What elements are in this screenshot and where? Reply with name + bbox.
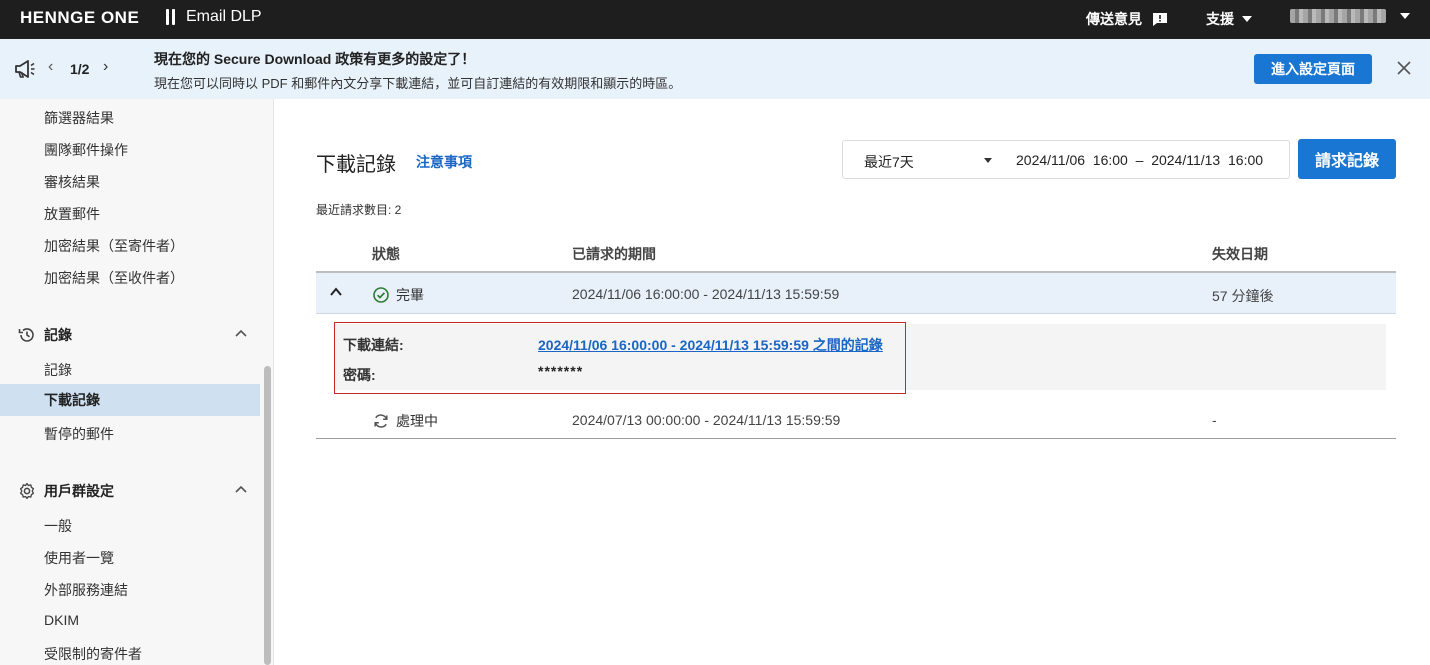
sidebar-item-external-services[interactable]: 外部服務連結 <box>44 580 128 600</box>
refresh-icon <box>374 414 388 428</box>
expiry-cell: 57 分鐘後 <box>1212 288 1274 304</box>
password-value: ******* <box>538 363 584 379</box>
download-link[interactable]: 2024/11/06 16:00:00 - 2024/11/13 15:59:5… <box>538 335 883 355</box>
check-circle-icon <box>373 287 389 303</box>
top-bar: HENNGE ONE Email DLP 傳送意見 支援 <box>0 0 1430 39</box>
user-menu[interactable] <box>1290 9 1410 23</box>
go-to-settings-button[interactable]: 進入設定頁面 <box>1254 54 1372 84</box>
date-range-text[interactable]: 2024/11/06 16:00 – 2024/11/13 16:00 <box>1016 152 1263 168</box>
page-title: 下載記錄 <box>316 154 396 176</box>
notes-link[interactable]: 注意事項 <box>416 152 472 172</box>
sidebar-item-download-logs[interactable]: 下載記錄 <box>0 384 260 416</box>
prev-announcement-button[interactable]: ‹ <box>48 58 53 76</box>
support-menu[interactable]: 支援 <box>1206 9 1252 29</box>
dropdown-caret-icon[interactable] <box>984 158 992 163</box>
sidebar-section-group-settings[interactable]: 用戶群設定 <box>18 481 114 501</box>
sidebar-item-restricted-senders[interactable]: 受限制的寄件者 <box>44 644 142 664</box>
sidebar-section-logs-label: 記錄 <box>44 327 72 343</box>
sidebar: 篩選器結果 團隊郵件操作 審核結果 放置郵件 加密結果（至寄件者） 加密結果（至… <box>0 99 260 665</box>
announcement-pager: 1/2 <box>70 61 90 77</box>
chevron-up-icon[interactable] <box>330 287 342 296</box>
brand-logo[interactable]: HENNGE ONE <box>20 8 139 28</box>
highlight-frame <box>334 322 906 394</box>
history-icon <box>18 328 34 342</box>
sidebar-item-held-mail[interactable]: 放置郵件 <box>44 204 100 224</box>
sidebar-item-logs[interactable]: 記錄 <box>44 360 72 380</box>
next-announcement-button[interactable]: › <box>103 58 108 76</box>
sidebar-item-user-list[interactable]: 使用者一覽 <box>44 548 114 568</box>
request-count: 最近請求數目: 2 <box>316 203 402 217</box>
expiry-cell: - <box>1212 412 1217 428</box>
period-cell: 2024/11/06 16:00:00 - 2024/11/13 15:59:5… <box>572 286 840 302</box>
sidebar-item-encryption-to-sender[interactable]: 加密結果（至寄件者） <box>44 236 184 256</box>
period-cell: 2024/07/13 00:00:00 - 2024/11/13 15:59:5… <box>572 412 841 428</box>
sidebar-section-group-settings-label: 用戶群設定 <box>44 483 114 499</box>
column-header-expiry: 失效日期 <box>1212 246 1268 262</box>
sidebar-item-general[interactable]: 一般 <box>44 516 72 536</box>
close-icon[interactable] <box>1396 60 1412 76</box>
feedback-icon <box>1153 12 1167 26</box>
chevron-down-icon <box>1400 13 1410 19</box>
sidebar-scrollbar-thumb[interactable] <box>264 366 271 665</box>
product-label: Email DLP <box>186 8 262 25</box>
status-label: 完畢 <box>396 287 424 303</box>
support-label: 支援 <box>1206 11 1234 27</box>
date-range-picker: 最近7天 2024/11/06 16:00 – 2024/11/13 16:00 <box>842 140 1290 179</box>
status-complete: 完畢 <box>373 285 424 305</box>
table-row-divider <box>316 438 1396 439</box>
gear-icon <box>19 482 35 500</box>
column-header-status: 狀態 <box>372 246 400 262</box>
feedback-button[interactable]: 傳送意見 <box>1086 9 1168 29</box>
password-label: 密碼: <box>343 367 376 383</box>
status-processing: 處理中 <box>373 411 438 431</box>
sidebar-item-team-mail-actions[interactable]: 團隊郵件操作 <box>44 140 128 160</box>
product-icon <box>166 9 176 25</box>
chevron-up-icon[interactable] <box>235 329 247 337</box>
sidebar-item-encryption-to-recipient[interactable]: 加密結果（至收件者） <box>44 268 184 288</box>
period-select[interactable]: 最近7天 <box>864 152 914 172</box>
chevron-up-icon[interactable] <box>235 485 247 493</box>
request-logs-button[interactable]: 請求記錄 <box>1298 139 1396 179</box>
chevron-down-icon <box>1242 16 1252 22</box>
sidebar-section-logs[interactable]: 記錄 <box>18 325 72 345</box>
announcement-banner: ‹ 1/2 › 現在您的 Secure Download 政策有更多的設定了！ … <box>0 39 1430 99</box>
product-name[interactable]: Email DLP <box>166 8 262 26</box>
announcement-description: 現在您可以同時以 PDF 和郵件內文分享下載連結，並可自訂連結的有效期限和顯示的… <box>154 76 682 91</box>
sidebar-item-review-results[interactable]: 審核結果 <box>44 172 100 192</box>
sidebar-item-filter-results[interactable]: 篩選器結果 <box>44 108 114 128</box>
status-label: 處理中 <box>396 413 438 429</box>
download-link-label: 下載連結: <box>343 337 404 353</box>
announcement-title: 現在您的 Secure Download 政策有更多的設定了！ <box>154 51 476 67</box>
feedback-label: 傳送意見 <box>1086 11 1142 27</box>
user-name-redacted <box>1290 9 1386 23</box>
column-header-period: 已請求的期間 <box>572 246 656 262</box>
sidebar-item-suspended-mail[interactable]: 暫停的郵件 <box>44 424 114 444</box>
sidebar-item-dkim[interactable]: DKIM <box>44 612 79 628</box>
megaphone-icon <box>15 60 35 78</box>
